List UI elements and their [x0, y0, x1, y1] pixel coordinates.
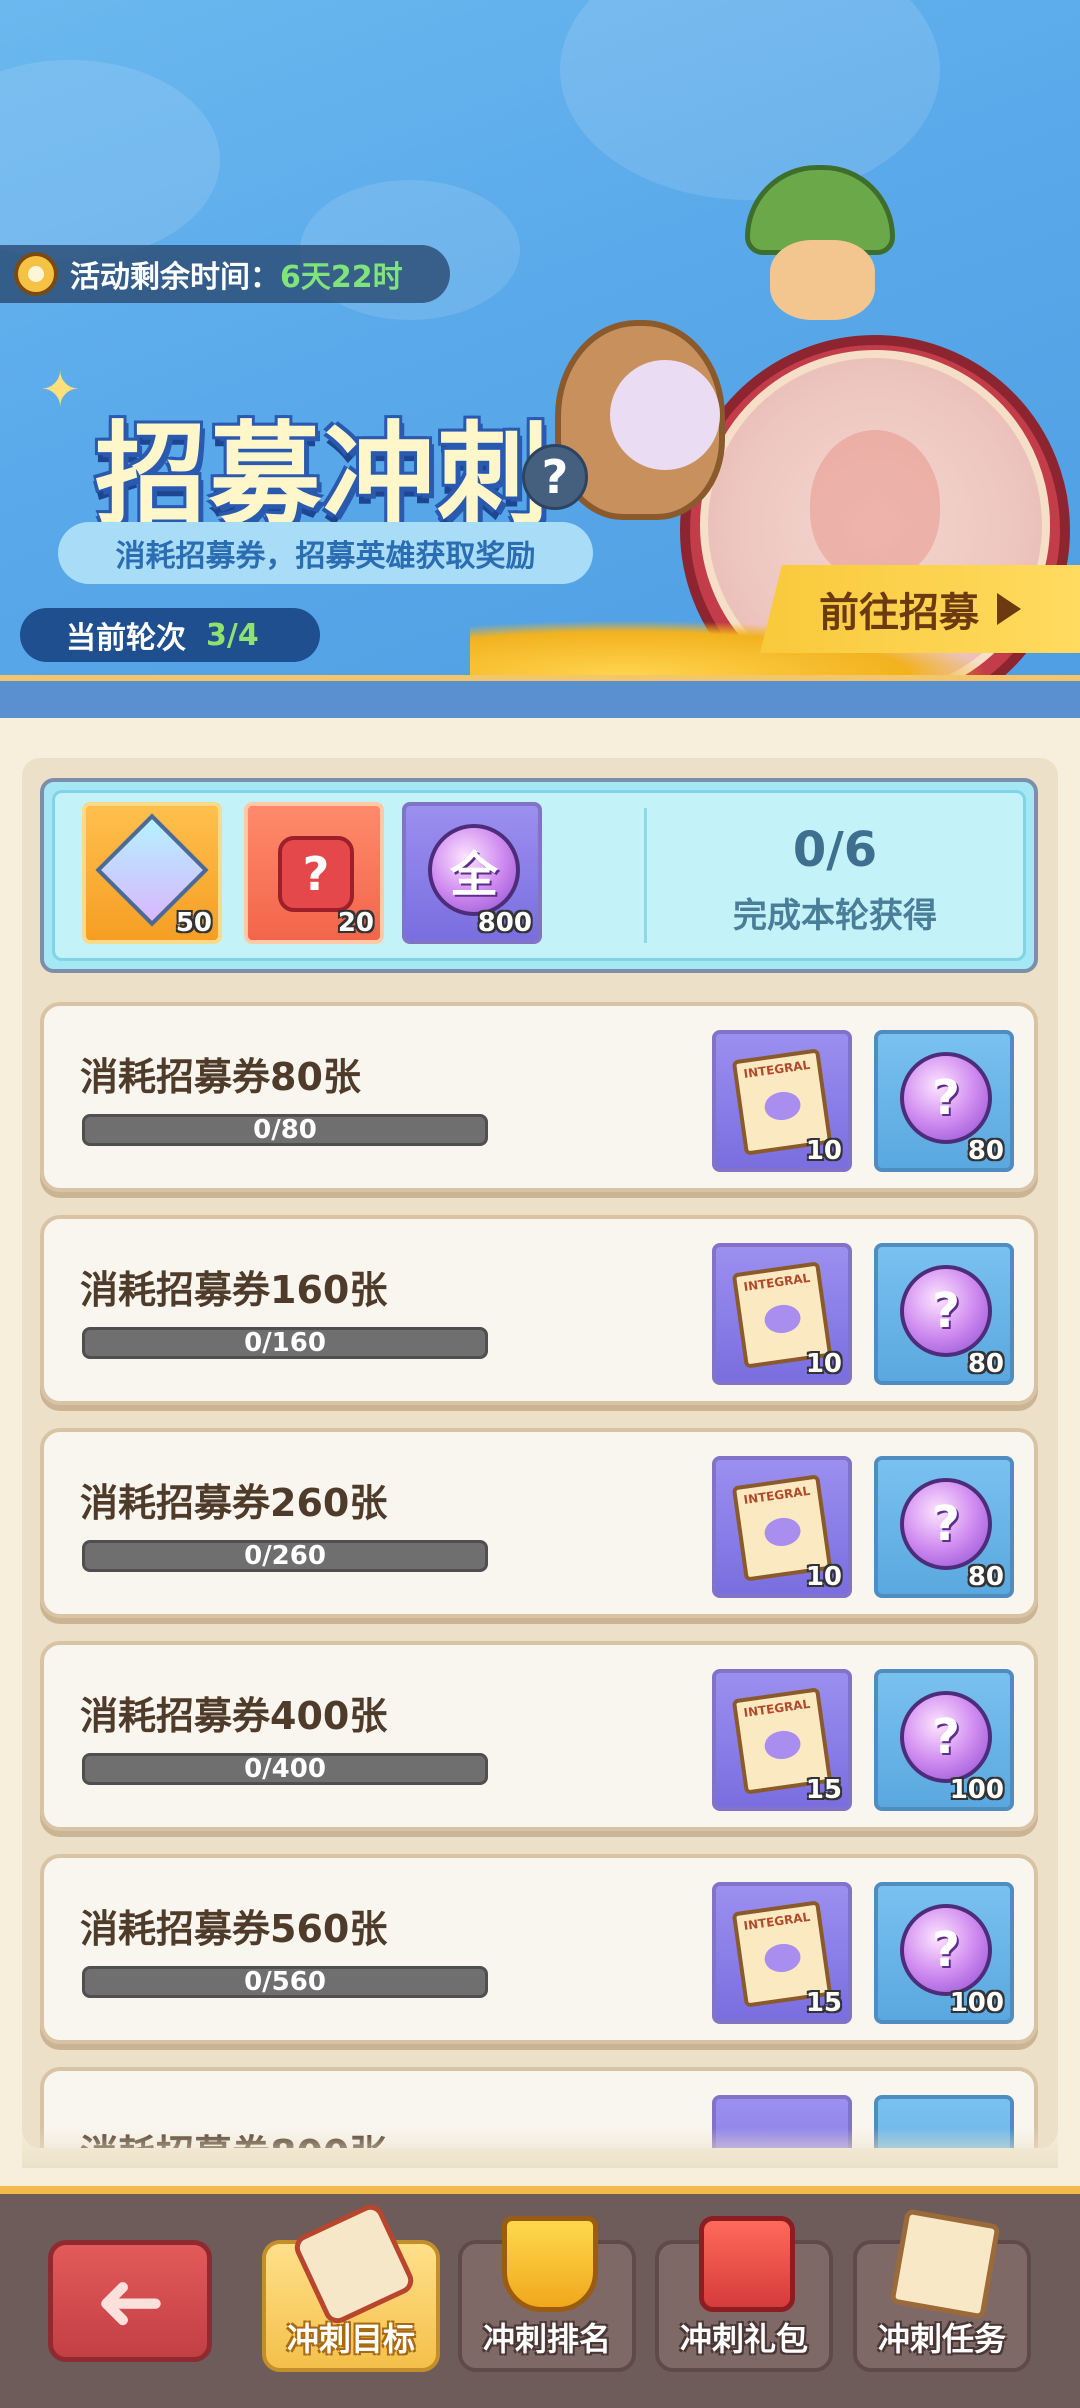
task-progress-bar: 0/560	[82, 1966, 488, 1998]
timer-label: 活动剩余时间：	[70, 260, 280, 295]
reward-qty: 10	[805, 1136, 842, 1166]
round-value: 3/4	[206, 617, 259, 653]
trophy-icon	[502, 2216, 598, 2312]
task-row: 消耗招募券400张 0/400 INTEGRAL 15 ? 100	[40, 1641, 1038, 1831]
tab-sprint-gift[interactable]: 冲刺礼包	[655, 2216, 833, 2372]
reward-mystery-orb[interactable]: ? 80	[874, 1456, 1014, 1598]
mystery-orb-icon: ?	[900, 1478, 992, 1570]
task-title: 消耗招募券400张	[80, 1694, 388, 1738]
bear-hero-face	[610, 360, 720, 470]
integral-tag: INTEGRAL	[742, 1483, 811, 1507]
reward-qty: 50	[175, 908, 212, 938]
round-progress: 0/6	[792, 822, 878, 878]
back-button[interactable]: ➜	[48, 2240, 212, 2362]
task-progress-bar: 0/400	[82, 1753, 488, 1785]
task-row: 消耗招募券160张 0/160 INTEGRAL 10 ? 80	[40, 1215, 1038, 1405]
reward-mystery-orb[interactable]: ? 100	[874, 1882, 1014, 2024]
sparkle-icon: ✦	[40, 362, 81, 418]
reward-qty: 800	[477, 908, 532, 938]
task-row: 消耗招募券80张 0/80 INTEGRAL 10 ? 80	[40, 1002, 1038, 1192]
reward-integral-scroll[interactable]: INTEGRAL 10	[712, 1456, 852, 1598]
reward-qty: 15	[805, 1988, 842, 2018]
round-progress-caption: 完成本轮获得	[733, 896, 937, 936]
divider	[644, 808, 647, 943]
tab-label: 冲刺目标	[286, 2320, 415, 2358]
tab-label: 冲刺任务	[877, 2320, 1006, 2358]
puzzle-piece-icon: ?	[278, 836, 354, 912]
mystery-orb-icon: ?	[900, 1265, 992, 1357]
quest-icon	[889, 2208, 1001, 2320]
reward-qty: 10	[805, 1349, 842, 1379]
purple-orb-icon: 全	[428, 824, 520, 916]
reward-qty: 20	[337, 908, 374, 938]
tab-sprint-task[interactable]: 冲刺任务	[853, 2208, 1031, 2372]
reward-integral-scroll[interactable]: INTEGRAL 15	[712, 1882, 852, 2024]
round-label: 当前轮次	[66, 621, 186, 656]
reward-qty: 80	[967, 1349, 1004, 1379]
task-progress-bar: 0/260	[82, 1540, 488, 1572]
current-round: 当前轮次 3/4	[20, 608, 320, 662]
task-title: 消耗招募券260张	[80, 1481, 388, 1525]
reward-integral-scroll[interactable]: INTEGRAL 10	[712, 1030, 852, 1172]
back-arrow-icon: ➜	[94, 2252, 166, 2350]
play-arrow-icon	[997, 593, 1021, 625]
integral-tag: INTEGRAL	[742, 1696, 811, 1720]
flame-emblem-icon	[810, 430, 940, 580]
reward-purple-orb[interactable]: 全 800	[402, 802, 542, 944]
mystery-orb-icon: ?	[900, 1052, 992, 1144]
reward-qty: 100	[949, 1775, 1004, 1805]
event-subtitle: 消耗招募券，招募英雄获取奖励	[58, 522, 593, 584]
timer-value: 6天22时	[280, 260, 403, 295]
panel-header-strip	[0, 675, 1080, 720]
task-row: 消耗招募券560张 0/560 INTEGRAL 15 ? 100	[40, 1854, 1038, 2044]
reward-mystery-orb[interactable]: ? 80	[874, 1030, 1014, 1172]
tab-label: 冲刺排名	[482, 2320, 611, 2358]
reward-integral-scroll[interactable]: INTEGRAL 15	[712, 1669, 852, 1811]
integral-tag: INTEGRAL	[742, 1270, 811, 1294]
reward-mystery-orb[interactable]: ? 100	[874, 1669, 1014, 1811]
help-button[interactable]: ?	[522, 444, 588, 510]
reward-mystery-orb[interactable]: ? 80	[874, 1243, 1014, 1385]
clock-icon	[14, 252, 58, 296]
tab-sprint-goal[interactable]: 冲刺目标	[262, 2200, 440, 2372]
task-progress-bar: 0/80	[82, 1114, 488, 1146]
reward-qty: 10	[805, 1562, 842, 1592]
mystery-orb-icon: ?	[900, 1691, 992, 1783]
task-title: 消耗招募券160张	[80, 1268, 388, 1312]
mystery-orb-icon: ?	[900, 1904, 992, 1996]
integral-tag: INTEGRAL	[742, 1057, 811, 1081]
goto-recruit-button[interactable]: 前往招募	[760, 565, 1080, 653]
tab-label: 冲刺礼包	[679, 2320, 808, 2358]
reward-qty: 80	[967, 1136, 1004, 1166]
reward-qty: 15	[805, 1775, 842, 1805]
mushroom-hero-face	[770, 240, 875, 320]
bg-decoration	[0, 60, 220, 260]
task-title: 消耗招募券80张	[80, 1055, 361, 1099]
goto-recruit-label: 前往招募	[819, 590, 979, 636]
event-timer: 活动剩余时间： 6天22时	[0, 245, 450, 303]
gift-icon	[699, 2216, 795, 2312]
reward-star-crystal[interactable]: 50	[82, 802, 222, 944]
task-title: 消耗招募券560张	[80, 1907, 388, 1951]
task-progress-bar: 0/160	[82, 1327, 488, 1359]
task-row: 消耗招募券260张 0/260 INTEGRAL 10 ? 80	[40, 1428, 1038, 1618]
bg-decoration	[560, 0, 940, 200]
reward-puzzle-piece[interactable]: ? 20	[244, 802, 384, 944]
reward-qty: 80	[967, 1562, 1004, 1592]
tab-sprint-ranking[interactable]: 冲刺排名	[458, 2216, 636, 2372]
reward-integral-scroll[interactable]: INTEGRAL 10	[712, 1243, 852, 1385]
list-fade	[22, 2128, 1058, 2168]
reward-qty: 100	[949, 1988, 1004, 2018]
integral-tag: INTEGRAL	[742, 1909, 811, 1933]
